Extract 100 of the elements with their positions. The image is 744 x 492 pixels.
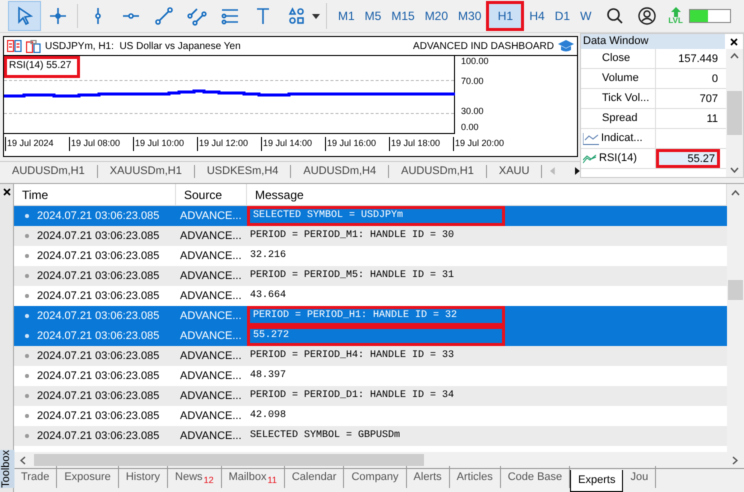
panel-tab[interactable]: Company: [344, 466, 407, 488]
panel-tab[interactable]: Jou: [623, 466, 656, 488]
dropdown-caret-icon[interactable]: [312, 14, 320, 18]
data-window-title: Data Window: [581, 34, 725, 49]
data-value: 55.27: [656, 149, 720, 168]
scrollbar-thumb[interactable]: [34, 454, 424, 466]
rsi-label: RSI(14) 55.27: [4, 56, 80, 78]
cursor-icon[interactable]: [8, 1, 41, 31]
unread-count: 12: [204, 474, 214, 488]
data-value: 157.449: [677, 52, 719, 67]
log-source: ADVANCE...: [179, 308, 243, 324]
log-row[interactable]: 2024.07.21 03:06:23.085 ADVANCE... SELECTED SYMBOL = GBPUSDm: [14, 426, 727, 446]
timeframe-button[interactable]: H1: [486, 1, 524, 31]
log-source: ADVANCE...: [179, 268, 243, 284]
log-time: 2024.07.21 03:06:23.085: [36, 428, 160, 444]
log-time: 2024.07.21 03:06:23.085: [36, 388, 160, 404]
panel-tab[interactable]: Alerts: [406, 466, 450, 488]
log-source: ADVANCE...: [179, 208, 243, 224]
log-row[interactable]: 2024.07.21 03:06:23.085 ADVANCE... PERIOD = PERIOD_M5: HANDLE ID = 31: [14, 266, 727, 286]
timeframe-button[interactable]: M20: [420, 1, 454, 31]
panel-tab[interactable]: Experts: [570, 470, 624, 492]
chart-tab[interactable]: XAUUSDm,H1: [98, 164, 195, 178]
horizontal-scrollbar[interactable]: [14, 452, 744, 468]
chart-list-icon[interactable]: [7, 40, 22, 52]
timeframe-button[interactable]: M1: [333, 1, 360, 31]
chart-tab[interactable]: AUDUSDm,H4: [291, 164, 390, 178]
scroll-up-icon[interactable]: [730, 53, 739, 59]
bullet-icon: [25, 254, 29, 258]
log-message: 42.098: [249, 409, 288, 423]
bullet-icon: [25, 314, 29, 318]
data-label: Tick Vol...: [601, 91, 650, 106]
timeframe-button[interactable]: W: [575, 1, 596, 31]
log-message: 48.397: [249, 369, 288, 383]
log-row[interactable]: 2024.07.21 03:06:23.085 ADVANCE... PERIOD = PERIOD_H1: HANDLE ID = 32: [14, 306, 727, 326]
vertical-scrollbar[interactable]: [726, 49, 743, 177]
log-message: PERIOD = PERIOD_M5: HANDLE ID = 31: [249, 269, 456, 283]
timeframe-button[interactable]: M5: [360, 1, 386, 31]
log-time: 2024.07.21 03:06:23.085: [36, 368, 160, 384]
scroll-left-icon[interactable]: [20, 456, 26, 464]
bullet-icon: [25, 334, 29, 338]
indicator-line-icon: [583, 154, 597, 164]
data-label: Spread: [601, 111, 638, 126]
chart-tab[interactable]: AUDUSDm,H1: [389, 164, 487, 178]
log-message: SELECTED SYMBOL = USDJPYm: [247, 206, 505, 226]
log-source: ADVANCE...: [179, 228, 243, 244]
log-row[interactable]: 2024.07.21 03:06:23.085 ADVANCE... 55.272: [14, 326, 727, 346]
log-message: PERIOD = PERIOD_H1: HANDLE ID = 32: [247, 306, 505, 326]
template-icon[interactable]: [26, 40, 41, 52]
panel-tab[interactable]: Articles: [450, 466, 501, 488]
scrollbar-thumb[interactable]: [728, 280, 743, 300]
log-row[interactable]: 2024.07.21 03:06:23.085 ADVANCE... PERIOD = PERIOD_D1: HANDLE ID = 34: [14, 386, 727, 406]
log-time: 2024.07.21 03:06:23.085: [36, 268, 160, 284]
log-message: PERIOD = PERIOD_H4: HANDLE ID = 33: [249, 349, 456, 363]
search-icon[interactable]: [606, 7, 624, 25]
scrollbar-thumb[interactable]: [727, 91, 742, 135]
bullet-icon: [25, 274, 29, 278]
log-time: 2024.07.21 03:06:23.085: [36, 348, 160, 364]
axis-label: 30.00: [461, 106, 485, 116]
log-row[interactable]: 2024.07.21 03:06:23.085 ADVANCE... PERIOD = PERIOD_H4: HANDLE ID = 33: [14, 346, 727, 366]
data-value: 0: [710, 72, 719, 87]
data-value: 707: [698, 92, 719, 107]
log-message: PERIOD = PERIOD_M1: HANDLE ID = 30: [249, 229, 456, 243]
chart-tab[interactable]: XAUU: [486, 164, 542, 178]
panel-tab[interactable]: Trade: [14, 466, 58, 488]
log-time: 2024.07.21 03:06:23.085: [36, 328, 160, 344]
bullet-icon: [25, 354, 29, 358]
data-value: 11: [706, 112, 719, 127]
timeframe-button[interactable]: M15: [386, 1, 420, 31]
log-row[interactable]: 2024.07.21 03:06:23.085 ADVANCE... PERIOD = PERIOD_M1: HANDLE ID = 30: [14, 226, 727, 246]
lvl-label: LVL: [668, 17, 683, 25]
line-chart-icon: [583, 132, 599, 144]
axis-label: 19 Jul 2024: [5, 137, 69, 150]
toolbox-label: Toolbox: [0, 450, 15, 488]
log-time: 2024.07.21 03:06:23.085: [36, 248, 160, 264]
scroll-right-icon[interactable]: [732, 456, 738, 464]
log-row[interactable]: 2024.07.21 03:06:23.085 ADVANCE... SELECTED SYMBOL = USDJPYm: [14, 206, 727, 226]
timeframe-button[interactable]: H4: [524, 1, 550, 31]
timeframe-button[interactable]: D1: [550, 1, 576, 31]
axis-label: 0.00: [461, 122, 480, 132]
chart-tab[interactable]: USDKESm,H4: [194, 164, 292, 178]
axis-label: 19 Jul 18:00: [389, 137, 453, 150]
account-icon[interactable]: [638, 7, 656, 25]
scroll-up-icon[interactable]: [731, 190, 740, 196]
bullet-icon: [25, 394, 29, 398]
close-icon[interactable]: [2, 188, 10, 196]
bullet-icon: [25, 214, 29, 218]
panel-tab[interactable]: History: [118, 466, 168, 488]
timeframe-button[interactable]: M30: [453, 1, 486, 31]
up-arrow-icon: [670, 7, 681, 17]
scroll-down-icon[interactable]: [730, 167, 739, 173]
panel-tab[interactable]: Calendar: [284, 466, 344, 488]
bullet-icon: [25, 294, 29, 298]
log-source: ADVANCE...: [179, 428, 243, 444]
axis-label: 100.00: [461, 56, 489, 66]
vertical-scrollbar[interactable]: [727, 184, 744, 452]
close-icon[interactable]: [730, 38, 738, 46]
data-label: Volume: [601, 71, 639, 86]
panel-tab[interactable]: Exposure: [57, 466, 119, 488]
chart-tab[interactable]: AUDUSDm,H1: [0, 164, 98, 178]
log-message: SELECTED SYMBOL = GBPUSDm: [249, 429, 402, 443]
